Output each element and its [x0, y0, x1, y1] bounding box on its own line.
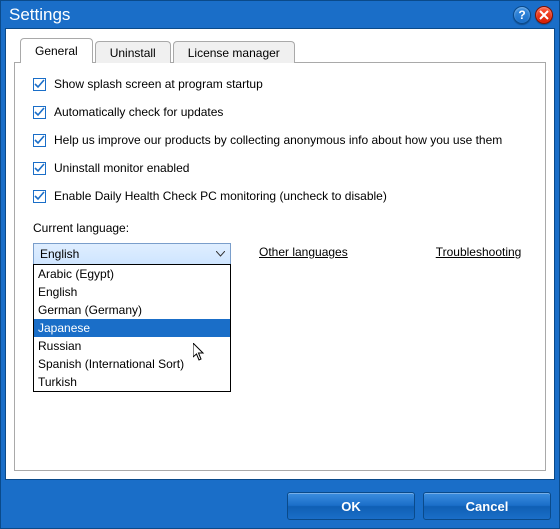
- lang-option-arabic[interactable]: Arabic (Egypt): [34, 265, 230, 283]
- settings-window: Settings ? General Uninstall License man…: [0, 0, 560, 529]
- titlebar: Settings ?: [1, 1, 559, 28]
- checkbox-monitor[interactable]: [33, 162, 46, 175]
- titlebar-icons: ?: [513, 6, 553, 24]
- language-combobox[interactable]: English: [33, 243, 231, 265]
- row-splash: Show splash screen at program startup: [33, 77, 527, 91]
- close-icon[interactable]: [535, 6, 553, 24]
- label-update: Automatically check for updates: [54, 105, 223, 119]
- tab-uninstall[interactable]: Uninstall: [95, 41, 171, 63]
- help-icon[interactable]: ?: [513, 6, 531, 24]
- language-dropdown[interactable]: Arabic (Egypt) English German (Germany) …: [33, 264, 231, 392]
- language-selected-value: English: [40, 247, 79, 261]
- tab-bar: General Uninstall License manager: [20, 38, 554, 63]
- language-row: English Arabic (Egypt) English German (G…: [33, 243, 527, 265]
- lang-option-japanese[interactable]: Japanese: [34, 319, 230, 337]
- lang-option-english[interactable]: English: [34, 283, 230, 301]
- label-dhc: Enable Daily Health Check PC monitoring …: [54, 189, 387, 203]
- link-other-languages[interactable]: Other languages: [259, 245, 348, 259]
- row-dhc: Enable Daily Health Check PC monitoring …: [33, 189, 527, 203]
- window-title: Settings: [9, 5, 513, 25]
- language-label: Current language:: [33, 221, 527, 235]
- tab-page-general: Show splash screen at program startup Au…: [14, 62, 546, 471]
- content-frame: General Uninstall License manager Show s…: [5, 28, 555, 480]
- label-monitor: Uninstall monitor enabled: [54, 161, 189, 175]
- row-update: Automatically check for updates: [33, 105, 527, 119]
- lang-option-russian[interactable]: Russian: [34, 337, 230, 355]
- ok-button[interactable]: OK: [287, 492, 415, 520]
- label-splash: Show splash screen at program startup: [54, 77, 263, 91]
- lang-option-turkish[interactable]: Turkish: [34, 373, 230, 391]
- button-bar: OK Cancel: [1, 484, 559, 528]
- lang-option-spanish[interactable]: Spanish (International Sort): [34, 355, 230, 373]
- tab-general[interactable]: General: [20, 38, 93, 63]
- row-monitor: Uninstall monitor enabled: [33, 161, 527, 175]
- tab-license-manager[interactable]: License manager: [173, 41, 295, 63]
- checkbox-splash[interactable]: [33, 78, 46, 91]
- language-combo-wrapper: English Arabic (Egypt) English German (G…: [33, 243, 231, 265]
- checkbox-improve[interactable]: [33, 134, 46, 147]
- checkbox-dhc[interactable]: [33, 190, 46, 203]
- row-improve: Help us improve our products by collecti…: [33, 133, 527, 147]
- checkbox-update[interactable]: [33, 106, 46, 119]
- cancel-button[interactable]: Cancel: [423, 492, 551, 520]
- chevron-down-icon: [213, 247, 227, 261]
- link-troubleshooting[interactable]: Troubleshooting: [436, 245, 522, 259]
- label-improve: Help us improve our products by collecti…: [54, 133, 502, 147]
- lang-option-german[interactable]: German (Germany): [34, 301, 230, 319]
